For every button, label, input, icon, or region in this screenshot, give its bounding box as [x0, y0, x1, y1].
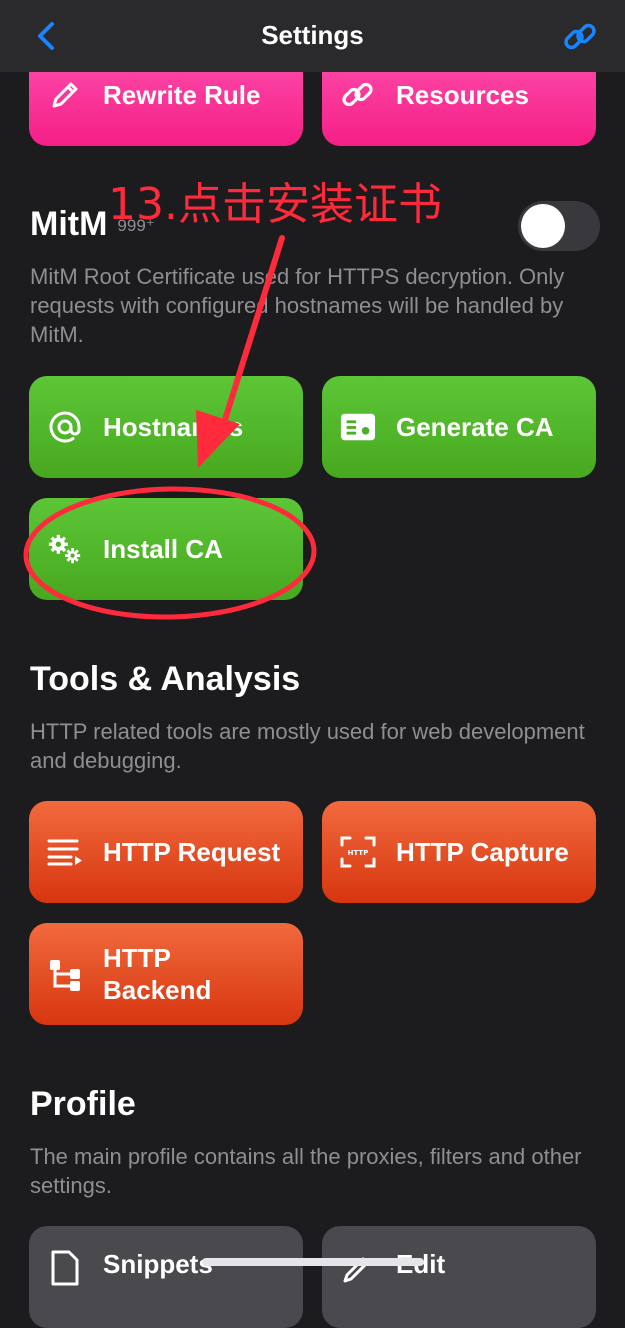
home-indicator — [202, 1258, 424, 1266]
edit-button[interactable]: Edit — [322, 1226, 596, 1328]
http-backend-line1: HTTP — [103, 943, 171, 973]
snippets-label: Snippets — [103, 1249, 213, 1279]
http-backend-label: HTTP Backend — [103, 942, 211, 1006]
http-request-label: HTTP Request — [103, 837, 281, 867]
tools-section-title: Tools & Analysis — [30, 660, 301, 698]
svg-text:HTTP: HTTP — [348, 849, 369, 857]
mitm-description: MitM Root Certificate used for HTTPS dec… — [30, 264, 565, 347]
link-icon — [340, 77, 376, 113]
rewrite-rule-label: Rewrite Rule — [103, 80, 261, 110]
pencil-icon — [47, 77, 83, 113]
navigation-bar: Settings — [0, 0, 625, 72]
link-icon[interactable] — [561, 18, 599, 56]
http-capture-button[interactable]: HTTP HTTP Capture — [322, 801, 596, 903]
generate-ca-button[interactable]: Generate CA — [322, 376, 596, 478]
id-card-icon — [340, 409, 376, 445]
resources-label: Resources — [396, 80, 529, 110]
profile-description: The main profile contains all the proxie… — [30, 1144, 582, 1198]
toggle-knob — [521, 204, 565, 248]
generate-ca-label: Generate CA — [396, 412, 554, 442]
http-request-button[interactable]: HTTP Request — [29, 801, 303, 903]
mitm-toggle[interactable] — [518, 201, 600, 251]
hostnames-button[interactable]: Hostnames — [29, 376, 303, 478]
list-arrow-icon — [47, 834, 83, 870]
install-ca-button[interactable]: Install CA — [29, 498, 303, 600]
edit-icon — [340, 1250, 376, 1286]
http-backend-line2: Backend — [103, 975, 212, 1005]
tools-description: HTTP related tools are mostly used for w… — [30, 719, 585, 773]
snippets-button[interactable]: Snippets — [29, 1226, 303, 1328]
page-title: Settings — [261, 20, 364, 50]
at-icon — [47, 409, 83, 445]
http-backend-button[interactable]: HTTP Backend — [29, 923, 303, 1025]
hostnames-label: Hostnames — [103, 412, 244, 442]
http-capture-label: HTTP Capture — [396, 837, 569, 867]
document-icon — [47, 1250, 83, 1286]
capture-frame-icon: HTTP — [340, 834, 376, 870]
annotation-text: 13.点击安装证书 — [108, 179, 442, 230]
install-ca-label: Install CA — [103, 534, 223, 564]
tree-icon — [47, 956, 83, 992]
gears-icon — [47, 531, 83, 567]
mitm-title: MitM — [30, 205, 108, 243]
profile-section-title: Profile — [30, 1085, 136, 1123]
